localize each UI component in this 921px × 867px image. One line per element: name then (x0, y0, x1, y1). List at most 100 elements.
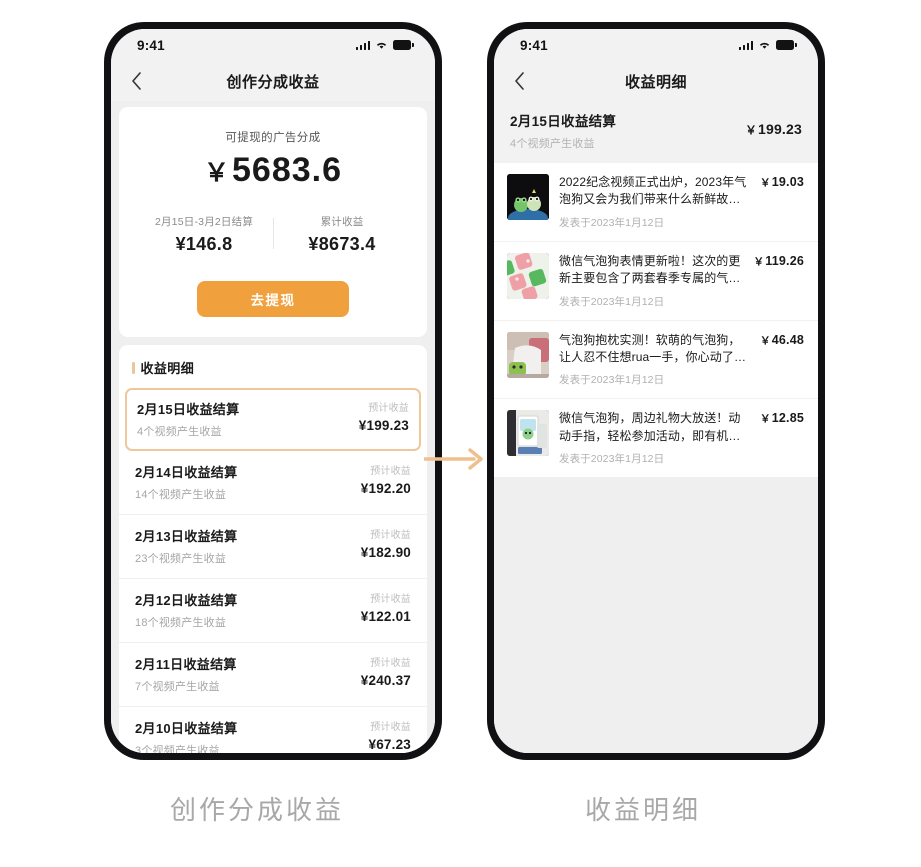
cartoon-frogs-night-thumbnail (507, 174, 549, 220)
estimated-label: 预计收益 (368, 403, 409, 414)
currency-symbol: ￥ (203, 159, 230, 187)
currency-symbol: ￥ (760, 177, 771, 189)
nav-bar-left: 创作分成收益 (111, 61, 435, 101)
earnings-row-right: 预计收益 ¥67.23 (369, 718, 412, 752)
earnings-amount: ¥199.23 (358, 418, 409, 433)
chevron-left-icon[interactable] (127, 72, 145, 90)
video-earnings-value: 119.26 (765, 253, 804, 268)
earnings-row[interactable]: 2月11日收益结算 7个视频产生收益 预计收益 ¥240.37 (119, 643, 427, 707)
screen-left: 9:41 创作分成收益 可提现的广告分成 ￥5683.6 2月15日-3月2日结… (111, 29, 435, 753)
video-earnings-value: 19.03 (771, 175, 804, 189)
video-title: 微信气泡狗，周边礼物大放送！动动手指，轻松参加活动，即有机会获… (559, 411, 741, 443)
person-holding-pillow-thumbnail (507, 331, 549, 378)
battery-icon (776, 40, 797, 50)
earnings-row[interactable]: 2月14日收益结算 14个视频产生收益 预计收益 ¥192.20 (119, 451, 427, 515)
status-bar-right: 9:41 (494, 29, 818, 61)
estimated-label: 预计收益 (370, 530, 411, 541)
earnings-amount: ¥182.90 (360, 545, 411, 560)
balance-card: 可提现的广告分成 ￥5683.6 2月15日-3月2日结算 ¥146.8 累计收… (119, 107, 427, 337)
wifi-icon (375, 40, 388, 50)
day-summary-sub: 4个视频产生收益 (510, 138, 595, 150)
earnings-date: 2月10日收益结算 (135, 721, 238, 736)
empty-space (494, 477, 818, 753)
day-summary: 2月15日收益结算 4个视频产生收益 ￥199.23 (494, 101, 818, 163)
stat-value: ¥8673.4 (308, 234, 376, 254)
earnings-row-right: 预计收益 ¥199.23 (359, 399, 409, 433)
video-list-item[interactable]: 气泡狗抱枕实测！软萌的气泡狗，让人忍不住想rua一手，你心动了吗? 发表于2023… (494, 321, 818, 400)
video-earnings-value: 46.48 (771, 332, 804, 347)
earnings-date: 2月13日收益结算 (135, 529, 238, 544)
earnings-row-right: 预计收益 ¥182.90 (361, 526, 411, 560)
earnings-date: 2月12日收益结算 (135, 593, 238, 608)
earnings-rows: 2月15日收益结算 4个视频产生收益 预计收益 ¥199.23 2月14日收益结算 14个… (119, 388, 427, 753)
stat-value: ¥146.8 (175, 234, 233, 254)
screen-right: 9:41 收益明细 2月15日收益结算 4个视频产生收益 ￥199.23 202… (494, 29, 818, 753)
nav-bar-right: 收益明细 (494, 61, 818, 101)
video-title: 气泡狗抱枕实测！软萌的气泡狗，让人忍不住想rua一手，你心动了吗? (559, 332, 741, 364)
withdraw-button[interactable]: 去提现 (197, 281, 349, 317)
caption-left: 创作分成收益 (170, 795, 345, 825)
earnings-amount: ¥192.20 (360, 481, 411, 496)
earnings-row-left: 2月12日收益结算 18个视频产生收益 (135, 590, 237, 630)
earnings-date: 2月15日收益结算 (137, 402, 240, 417)
earnings-date: 2月11日收益结算 (135, 657, 237, 672)
estimated-label: 预计收益 (370, 594, 411, 605)
status-icons (738, 40, 797, 50)
earnings-row-left: 2月14日收益结算 14个视频产生收益 (135, 462, 237, 502)
stat-label: 累计收益 (320, 216, 364, 228)
day-summary-left: 2月15日收益结算 4个视频产生收益 (510, 110, 616, 151)
status-time: 9:41 (520, 37, 548, 53)
earnings-row-selected[interactable]: 2月15日收益结算 4个视频产生收益 预计收益 ¥199.23 (125, 388, 421, 451)
day-summary-value: 199.23 (757, 121, 802, 137)
signal-bars-icon (738, 40, 753, 50)
earnings-list-card: 收益明细 2月15日收益结算 4个视频产生收益 预计收益 ¥199.23 2月14日收益… (119, 345, 427, 753)
earnings-row[interactable]: 2月10日收益结算 3个视频产生收益 预计收益 ¥67.23 (119, 707, 427, 753)
status-time: 9:41 (137, 37, 165, 53)
balance-label: 可提现的广告分成 (225, 132, 321, 144)
video-earnings-amount: ￥19.03 (760, 174, 804, 230)
earnings-row-left: 2月15日收益结算 4个视频产生收益 (137, 399, 239, 439)
balance-value: 5683.6 (232, 151, 342, 189)
video-publish-date: 发表于2023年1月12日 (559, 453, 665, 466)
pink-green-stickers-thumbnail (507, 252, 549, 299)
section-title: 收益明细 (140, 361, 195, 376)
earnings-row[interactable]: 2月13日收益结算 23个视频产生收益 预计收益 ¥182.90 (119, 515, 427, 579)
stat-label: 2月15日-3月2日结算 (154, 216, 254, 228)
video-list-item[interactable]: 微信气泡狗，周边礼物大放送！动动手指，轻松参加活动，即有机会获… 发表于2023年… (494, 399, 818, 477)
signal-bars-icon (355, 40, 370, 50)
currency-symbol: ￥ (760, 334, 771, 347)
chevron-left-icon[interactable] (510, 72, 528, 90)
content-left: 可提现的广告分成 ￥5683.6 2月15日-3月2日结算 ¥146.8 累计收… (111, 101, 435, 753)
day-summary-date: 2月15日收益结算 (510, 114, 617, 129)
earnings-subtitle: 3个视频产生收益 (135, 745, 220, 753)
earnings-row-right: 预计收益 ¥192.20 (361, 462, 411, 496)
video-earnings-amount: ￥46.48 (760, 332, 804, 388)
video-list-item[interactable]: 微信气泡狗表情更新啦！这次的更新主要包含了两套春季专属的气泡狗… 发表于2023年… (494, 242, 818, 321)
page-title-right: 收益明细 (624, 73, 687, 91)
earnings-date: 2月14日收益结算 (135, 465, 238, 480)
video-publish-date: 发表于2023年1月12日 (559, 216, 665, 229)
video-list-item[interactable]: 2022纪念视频正式出炉，2023年气泡狗又会为我们带来什么新鲜故事… 发表于20… (494, 163, 818, 242)
stat-settlement: 2月15日-3月2日结算 ¥146.8 (135, 214, 273, 255)
currency-symbol: ￥ (753, 255, 765, 268)
stats-row: 2月15日-3月2日结算 ¥146.8 累计收益 ¥8673.4 (135, 214, 411, 255)
earnings-row-left: 2月11日收益结算 7个视频产生收益 (135, 654, 237, 694)
video-info: 气泡狗抱枕实测！软萌的气泡狗，让人忍不住想rua一手，你心动了吗? 发表于2023… (559, 332, 750, 388)
phone-mockup-left: 9:41 创作分成收益 可提现的广告分成 ￥5683.6 2月15日-3月2日结… (104, 22, 442, 760)
earnings-row-right: 预计收益 ¥122.01 (361, 590, 411, 624)
video-publish-date: 发表于2023年1月12日 (559, 295, 665, 308)
video-info: 微信气泡狗，周边礼物大放送！动动手指，轻松参加活动，即有机会获… 发表于2023年… (559, 410, 750, 466)
earnings-subtitle: 18个视频产生收益 (135, 617, 227, 629)
earnings-amount: ¥67.23 (368, 737, 411, 752)
status-bar-left: 9:41 (111, 29, 435, 61)
earnings-row-left: 2月10日收益结算 3个视频产生收益 (135, 718, 237, 753)
video-publish-date: 发表于2023年1月12日 (559, 374, 665, 387)
wifi-icon (758, 40, 771, 50)
phone-mockup-right: 9:41 收益明细 2月15日收益结算 4个视频产生收益 ￥199.23 202… (487, 22, 825, 760)
earnings-row[interactable]: 2月12日收益结算 18个视频产生收益 预计收益 ¥122.01 (119, 579, 427, 643)
video-info: 2022纪念视频正式出炉，2023年气泡狗又会为我们带来什么新鲜故事… 发表于20… (559, 174, 750, 230)
video-earnings-amount: ￥119.26 (754, 253, 804, 309)
gift-boxes-thumbnail (507, 410, 549, 457)
section-header: 收益明细 (119, 345, 427, 388)
earnings-subtitle: 23个视频产生收益 (135, 553, 227, 565)
